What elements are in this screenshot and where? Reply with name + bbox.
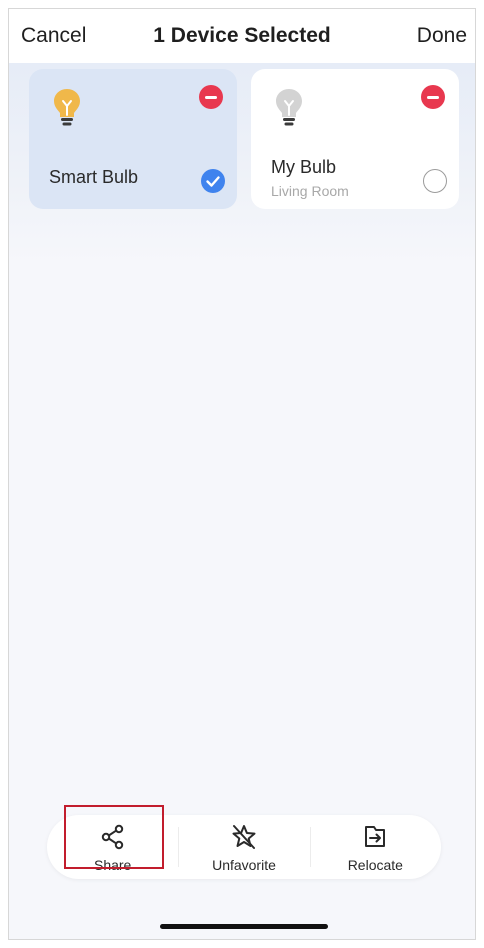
home-indicator <box>160 924 328 929</box>
unfavorite-label: Unfavorite <box>212 857 276 873</box>
share-label: Share <box>93 857 132 873</box>
device-card-my-bulb[interactable]: My Bulb Living Room <box>251 69 459 209</box>
unfavorite-star-icon <box>232 825 256 849</box>
relocate-label: Relocate <box>347 857 403 873</box>
action-bar: Share Unfavorite Relocate <box>47 815 441 879</box>
share-icon <box>101 824 123 850</box>
select-radio[interactable] <box>423 169 447 193</box>
remove-device-button[interactable] <box>421 85 445 109</box>
check-icon <box>206 176 220 187</box>
device-edit-screen: Cancel 1 Device Selected Done Smart Bulb <box>8 8 476 940</box>
device-room: Living Room <box>271 183 349 199</box>
top-bar: Cancel 1 Device Selected Done <box>9 9 475 63</box>
relocate-button[interactable]: Relocate <box>309 815 441 879</box>
done-button[interactable]: Done <box>417 24 467 48</box>
device-name: My Bulb <box>271 157 337 177</box>
lightbulb-icon <box>276 89 302 126</box>
device-card-smart-bulb[interactable]: Smart Bulb <box>29 69 237 209</box>
selected-checkmark[interactable] <box>201 169 225 193</box>
lightbulb-icon <box>54 89 80 126</box>
relocate-icon <box>365 826 386 847</box>
unfavorite-button[interactable]: Unfavorite <box>178 815 309 879</box>
cancel-button[interactable]: Cancel <box>21 24 86 48</box>
share-button[interactable]: Share <box>47 815 178 879</box>
device-name: Smart Bulb <box>49 167 139 187</box>
remove-device-button[interactable] <box>199 85 223 109</box>
